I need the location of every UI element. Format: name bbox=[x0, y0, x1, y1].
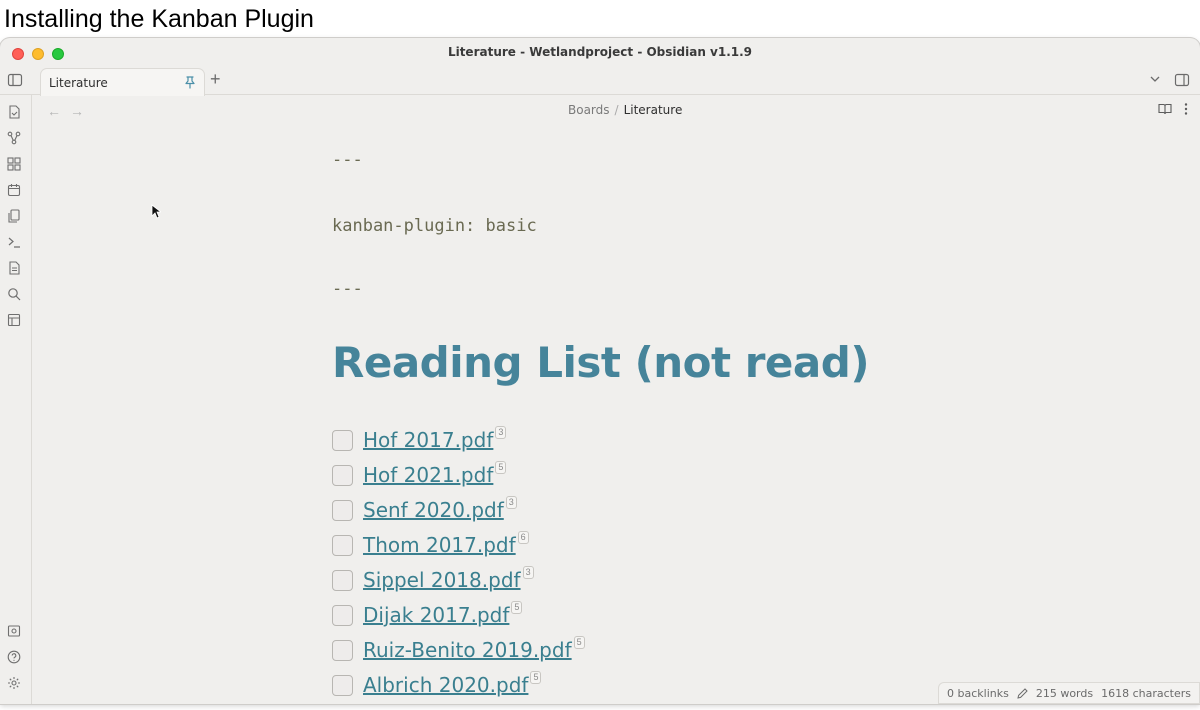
maximize-window-button[interactable] bbox=[52, 48, 64, 60]
help-icon[interactable] bbox=[7, 650, 21, 664]
task-link[interactable]: Hof 2021.pdf bbox=[363, 462, 493, 488]
frontmatter-open: --- bbox=[332, 150, 363, 170]
navigate-back-icon[interactable]: ← bbox=[47, 103, 61, 119]
task-link[interactable]: Albrich 2020.pdf bbox=[363, 672, 528, 698]
tab-label: Literature bbox=[49, 75, 108, 90]
word-count: 215 words bbox=[1035, 686, 1094, 700]
mouse-pointer-icon bbox=[151, 204, 163, 219]
task-link[interactable]: Hof 2017.pdf bbox=[363, 427, 493, 453]
task-checkbox[interactable] bbox=[332, 605, 353, 626]
settings-gear-icon[interactable] bbox=[7, 676, 21, 690]
more-options-icon[interactable] bbox=[1184, 102, 1188, 121]
traffic-lights bbox=[12, 48, 64, 60]
link-count-badge: 5 bbox=[511, 601, 523, 614]
slides-icon[interactable] bbox=[7, 313, 21, 327]
task-checkbox[interactable] bbox=[332, 430, 353, 451]
new-tab-icon[interactable]: + bbox=[210, 69, 221, 89]
task-link[interactable]: Senf 2020.pdf bbox=[363, 497, 504, 523]
list-item: Albrich 2020.pdf 5 bbox=[332, 671, 585, 704]
task-checkbox[interactable] bbox=[332, 500, 353, 521]
task-link[interactable]: Ruiz-Benito 2019.pdf bbox=[363, 637, 572, 663]
link-count-badge: 3 bbox=[495, 426, 507, 439]
backlinks-count[interactable]: 0 backlinks bbox=[947, 687, 1009, 700]
frontmatter-close: --- bbox=[332, 279, 363, 299]
open-quick-switcher-icon[interactable] bbox=[7, 105, 21, 119]
list-item: Hof 2021.pdf 5 bbox=[332, 461, 585, 497]
close-window-button[interactable] bbox=[12, 48, 24, 60]
list-item: Senf 2020.pdf 3 bbox=[332, 496, 585, 532]
view-actions bbox=[1158, 102, 1188, 121]
status-bar: 0 backlinks 215 words 1618 characters bbox=[938, 682, 1200, 704]
link-count-badge: 6 bbox=[517, 531, 529, 544]
minimize-window-button[interactable] bbox=[32, 48, 44, 60]
reading-view-book-icon[interactable] bbox=[1158, 102, 1172, 121]
graph-view-icon[interactable] bbox=[7, 131, 21, 145]
character-count: 1618 characters bbox=[1101, 686, 1191, 700]
list-item: Sippel 2018.pdf 3 bbox=[332, 566, 585, 602]
vault-icon[interactable] bbox=[7, 624, 21, 638]
link-count-badge: 5 bbox=[495, 461, 507, 474]
frontmatter-property: kanban-plugin: basic bbox=[332, 216, 537, 236]
list-item: Hof 2017.pdf 3 bbox=[332, 426, 585, 462]
link-count-badge: 3 bbox=[505, 496, 517, 509]
task-checkbox[interactable] bbox=[332, 675, 353, 696]
task-checkbox[interactable] bbox=[332, 535, 353, 556]
task-checkbox[interactable] bbox=[332, 640, 353, 661]
command-palette-icon[interactable] bbox=[7, 235, 21, 249]
pin-icon[interactable] bbox=[184, 76, 196, 89]
right-sidebar-toggle-icon[interactable] bbox=[1174, 72, 1190, 93]
page-heading: Reading List (not read) bbox=[332, 338, 870, 387]
pencil-icon bbox=[1017, 687, 1028, 699]
task-checkbox[interactable] bbox=[332, 465, 353, 486]
task-checkbox[interactable] bbox=[332, 570, 353, 591]
daily-note-icon[interactable] bbox=[7, 183, 21, 197]
task-link[interactable]: Dijak 2017.pdf bbox=[363, 602, 509, 628]
task-link[interactable]: Thom 2017.pdf bbox=[363, 532, 516, 558]
tab-list-chevron-down-icon[interactable] bbox=[1148, 72, 1162, 93]
tab-literature[interactable]: Literature bbox=[40, 68, 205, 96]
link-count-badge: 3 bbox=[522, 566, 534, 579]
task-list: Hof 2017.pdf 3 Hof 2021.pdf 5 Senf 2020.pd… bbox=[332, 426, 585, 704]
link-count-badge: 5 bbox=[530, 671, 542, 684]
file-recovery-icon[interactable] bbox=[7, 261, 21, 275]
video-caption: Installing the Kanban Plugin bbox=[4, 5, 314, 33]
list-item: Thom 2017.pdf 6 bbox=[332, 531, 585, 567]
task-link[interactable]: Sippel 2018.pdf bbox=[363, 567, 521, 593]
navigate-forward-icon[interactable]: → bbox=[70, 103, 84, 119]
list-item: Ruiz-Benito 2019.pdf 5 bbox=[332, 636, 585, 672]
tab-bar-actions bbox=[1148, 72, 1190, 93]
obsidian-window: Literature - Wetlandproject - Obsidian v… bbox=[0, 38, 1200, 704]
templates-icon[interactable] bbox=[7, 209, 21, 223]
canvas-icon[interactable] bbox=[7, 157, 21, 171]
search-icon[interactable] bbox=[7, 287, 21, 301]
left-ribbon bbox=[0, 95, 32, 704]
left-sidebar-toggle-icon[interactable] bbox=[7, 72, 23, 88]
link-count-badge: 5 bbox=[573, 636, 585, 649]
list-item: Dijak 2017.pdf 5 bbox=[332, 601, 585, 637]
editor-area[interactable]: --- kanban-plugin: basic --- Reading Lis… bbox=[332, 38, 952, 704]
